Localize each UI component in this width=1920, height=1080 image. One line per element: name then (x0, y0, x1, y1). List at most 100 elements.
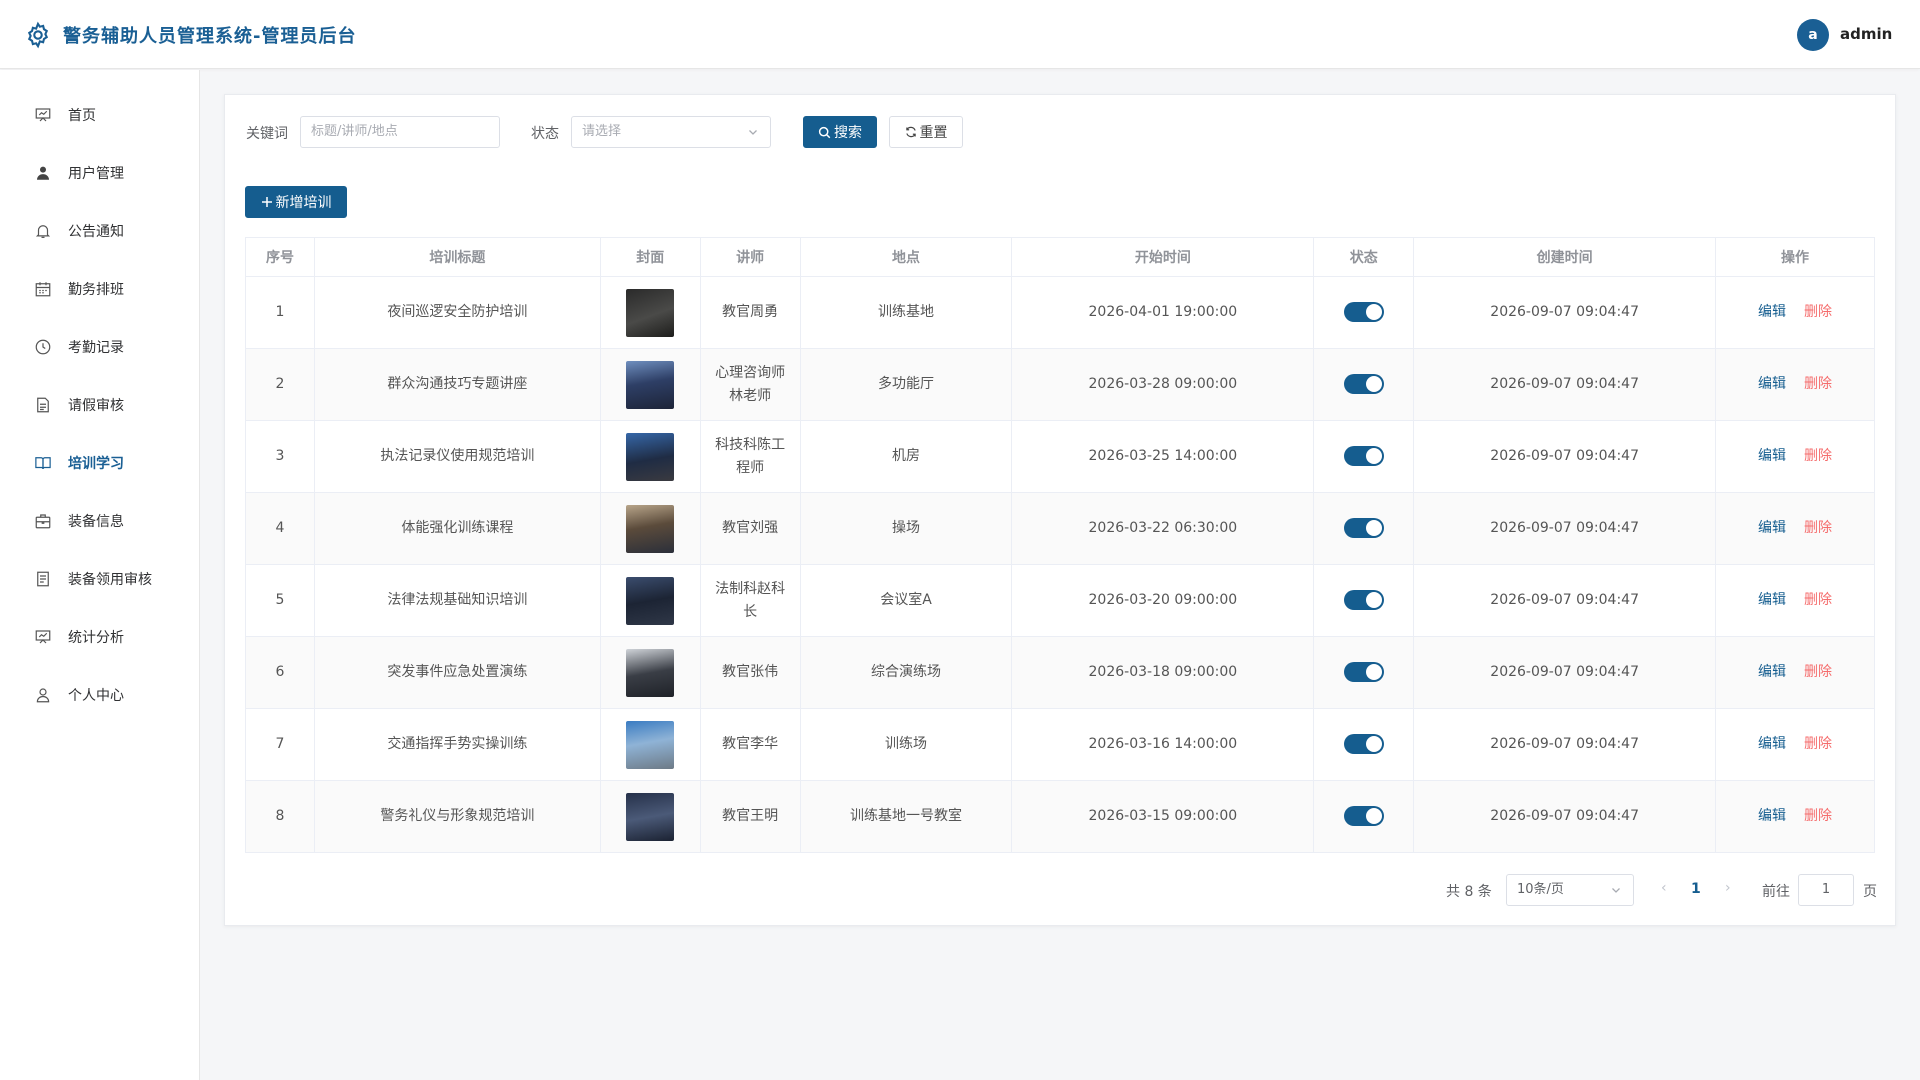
presentation-icon (35, 108, 51, 122)
sidebar-item-schedule[interactable]: 勤务排班 (0, 266, 199, 312)
sidebar-item-equipment-review[interactable]: 装备领用审核 (0, 556, 199, 602)
cell-location: 多功能厅 (799, 348, 1013, 421)
status-toggle[interactable] (1343, 374, 1384, 394)
cover-image[interactable] (626, 360, 675, 409)
document-list-icon (37, 571, 49, 587)
cell-cover (599, 348, 701, 421)
status-toggle[interactable] (1343, 302, 1384, 322)
sidebar-item-label: 首页 (68, 108, 96, 124)
reset-button-label: 重置 (919, 125, 948, 141)
cell-teacher: 心理咨询师林老师 (699, 348, 801, 421)
sidebar-item-notices[interactable]: 公告通知 (0, 208, 199, 254)
edit-button[interactable]: 编辑 (1758, 736, 1786, 752)
status-toggle[interactable] (1343, 662, 1384, 682)
keyword-input[interactable]: 标题/讲师/地点 (300, 116, 500, 148)
next-page-icon[interactable]: › (1725, 880, 1731, 896)
cell-title: 法律法规基础知识培训 (313, 564, 601, 637)
app-title: 警务辅助人员管理系统-管理员后台 (63, 26, 357, 47)
avatar[interactable]: a (1797, 19, 1829, 51)
cell-title: 突发事件应急处置演练 (313, 636, 601, 709)
column-header-teacher: 讲师 (699, 237, 801, 277)
chevron-down-icon (1612, 888, 1620, 893)
cover-image[interactable] (626, 432, 675, 481)
cell-start-time: 2026-03-18 09:00:00 (1011, 636, 1315, 709)
cell-cover (599, 636, 701, 709)
sidebar-item-statistics[interactable]: 统计分析 (0, 614, 199, 660)
cell-start-time: 2026-03-15 09:00:00 (1011, 780, 1315, 853)
edit-button[interactable]: 编辑 (1758, 520, 1786, 536)
sidebar-item-users[interactable]: 用户管理 (0, 150, 199, 196)
edit-button[interactable]: 编辑 (1758, 664, 1786, 680)
clock-icon (35, 339, 51, 355)
delete-button[interactable]: 删除 (1804, 376, 1832, 392)
cover-image[interactable] (626, 792, 675, 841)
edit-button[interactable]: 编辑 (1758, 808, 1786, 824)
cell-actions: 编辑 删除 (1715, 348, 1875, 421)
table-row: 7 交通指挥手势实操训练 教官李华 训练场 2026-03-16 14:00:00 202… (245, 708, 1875, 781)
search-button[interactable]: 搜索 (803, 116, 877, 148)
delete-button[interactable]: 删除 (1804, 808, 1832, 824)
delete-button[interactable]: 删除 (1804, 304, 1832, 320)
toggle-knob (1365, 592, 1382, 608)
calendar-icon (35, 282, 51, 297)
cover-image[interactable] (626, 288, 675, 337)
cover-image[interactable] (626, 648, 675, 697)
username[interactable]: admin (1840, 25, 1892, 43)
page-size-select[interactable]: 10条/页 (1506, 874, 1634, 906)
status-select[interactable]: 请选择 (571, 116, 771, 148)
sidebar-item-label: 考勤记录 (68, 340, 124, 356)
status-toggle[interactable] (1343, 734, 1384, 754)
edit-button[interactable]: 编辑 (1758, 376, 1786, 392)
cell-location: 训练基地 (799, 276, 1013, 349)
cell-status (1313, 420, 1415, 493)
cover-image[interactable] (626, 504, 675, 553)
cover-image[interactable] (626, 720, 675, 769)
reset-button[interactable]: 重置 (889, 116, 963, 148)
edit-button[interactable]: 编辑 (1758, 592, 1786, 608)
sidebar-item-equipment[interactable]: 装备信息 (0, 498, 199, 544)
sidebar-item-attendance[interactable]: 考勤记录 (0, 324, 199, 370)
cell-start-time: 2026-04-01 19:00:00 (1011, 276, 1315, 349)
add-training-label: 新增培训 (275, 195, 332, 211)
cell-no: 8 (245, 780, 315, 853)
delete-button[interactable]: 删除 (1804, 736, 1832, 752)
delete-button[interactable]: 删除 (1804, 664, 1832, 680)
sidebar-item-home[interactable]: 首页 (0, 92, 199, 138)
table-header-row: 序号 培训标题 封面 讲师 地点 开始时间 状态 创建时间 操作 (245, 237, 1875, 277)
page-number-current[interactable]: 1 (1691, 881, 1701, 897)
delete-button[interactable]: 删除 (1804, 592, 1832, 608)
sidebar-item-leave[interactable]: 请假审核 (0, 382, 199, 428)
cell-teacher: 教官刘强 (699, 492, 801, 565)
cell-title: 体能强化训练课程 (313, 492, 601, 565)
edit-button[interactable]: 编辑 (1758, 304, 1786, 320)
column-header-start-time: 开始时间 (1011, 237, 1315, 277)
goto-page-input[interactable]: 1 (1798, 874, 1854, 906)
search-button-label: 搜索 (834, 125, 862, 141)
goto-label: 前往 (1762, 884, 1790, 900)
add-training-button[interactable]: 新增培训 (245, 186, 347, 218)
prev-page-icon[interactable]: ‹ (1661, 880, 1667, 896)
page-suffix: 页 (1863, 884, 1877, 900)
cell-location: 训练场 (799, 708, 1013, 781)
cell-start-time: 2026-03-25 14:00:00 (1011, 420, 1315, 493)
cell-actions: 编辑 删除 (1715, 564, 1875, 637)
cover-image[interactable] (626, 576, 675, 625)
status-toggle[interactable] (1343, 446, 1384, 466)
status-toggle[interactable] (1343, 806, 1384, 826)
sidebar-item-label: 用户管理 (68, 166, 124, 182)
book-icon (35, 457, 51, 470)
sidebar: 首页 用户管理 公告通知 勤务排班 考勤记录 请假审核 培训学习 装备信息 装备… (0, 70, 200, 1080)
column-header-created-time: 创建时间 (1413, 237, 1717, 277)
status-toggle[interactable] (1343, 518, 1384, 538)
sidebar-item-profile[interactable]: 个人中心 (0, 672, 199, 718)
delete-button[interactable]: 删除 (1804, 520, 1832, 536)
status-toggle[interactable] (1343, 590, 1384, 610)
sidebar-item-training[interactable]: 培训学习 (0, 440, 199, 486)
toggle-knob (1365, 664, 1382, 680)
cell-title: 交通指挥手势实操训练 (313, 708, 601, 781)
delete-button[interactable]: 删除 (1804, 448, 1832, 464)
edit-button[interactable]: 编辑 (1758, 448, 1786, 464)
cell-cover (599, 276, 701, 349)
cell-teacher: 教官张伟 (699, 636, 801, 709)
cell-no: 3 (245, 420, 315, 493)
